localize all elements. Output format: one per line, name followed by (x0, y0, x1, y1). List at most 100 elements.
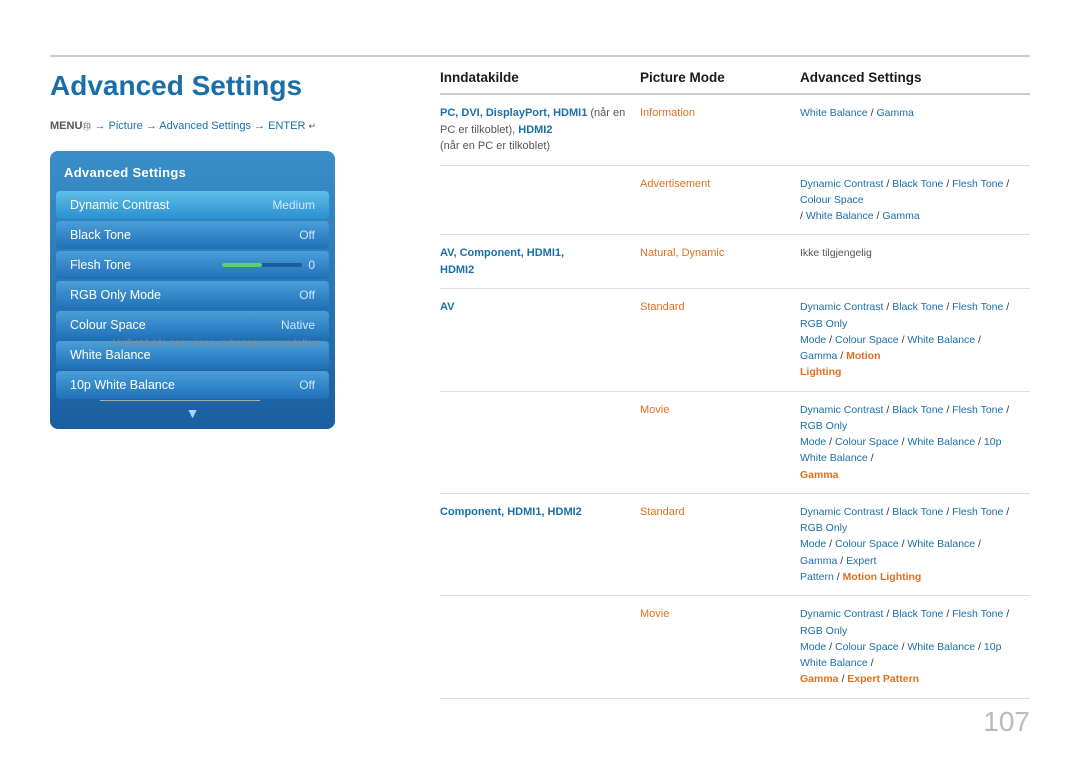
td-mode: Movie (640, 402, 800, 419)
setting-link-orange: Gamma (800, 469, 839, 481)
setting-link: Black Tone (892, 608, 943, 620)
setting-link: Colour Space (835, 641, 899, 653)
menu-item-label: RGB Only Mode (70, 288, 161, 302)
setting-link: Colour Space (835, 436, 899, 448)
na-text: Ikke tilgjengelig (800, 247, 872, 259)
setting-link: RGB Only (800, 420, 847, 432)
menu-item-label: Dynamic Contrast (70, 198, 169, 212)
td-mode: Advertisement (640, 176, 800, 193)
flesh-tone-slider[interactable]: 0 (222, 258, 315, 272)
th-source: Inndatakilde (440, 70, 640, 85)
menu-item-dynamic-contrast[interactable]: Dynamic Contrast Medium (56, 191, 329, 219)
setting-link: Black Tone (892, 506, 943, 518)
setting-link: Mode (800, 436, 826, 448)
source-note: (når en PC er tilkoblet) (440, 140, 550, 152)
setting-link: Dynamic Contrast (800, 404, 883, 416)
setting-link: White Balance (907, 436, 975, 448)
table-body: PC, DVI, DisplayPort, HDMI1 (når en PC e… (440, 95, 1030, 699)
source-text: PC, DVI, DisplayPort, HDMI1 (440, 107, 587, 119)
menu-item-colour-space[interactable]: Colour Space Native (56, 311, 329, 339)
menu-item-label: White Balance (70, 348, 151, 362)
menu-item-label: Flesh Tone (70, 258, 131, 272)
table-row: AV Standard Dynamic Contrast / Black Ton… (440, 289, 1030, 391)
page-number: 107 (983, 706, 1030, 738)
menu-item-10p-white-balance[interactable]: 10p White Balance Off (56, 371, 329, 399)
setting-link: Mode (800, 538, 826, 550)
menu-item-value: Off (299, 378, 315, 392)
menu-scroll-arrow[interactable]: ▼ (50, 401, 335, 423)
menu-item-label: Black Tone (70, 228, 131, 242)
th-settings: Advanced Settings (800, 70, 1030, 85)
setting-link: Flesh Tone (952, 506, 1003, 518)
setting-link: Flesh Tone (952, 301, 1003, 313)
td-mode: Natural, Dynamic (640, 245, 800, 262)
menu-item-value: Native (281, 318, 315, 332)
setting-link: Mode (800, 641, 826, 653)
setting-link: Dynamic Contrast (800, 178, 883, 190)
table-row: Component, HDMI1, HDMI2 Standard Dynamic… (440, 494, 1030, 596)
td-settings: Dynamic Contrast / Black Tone / Flesh To… (800, 176, 1030, 225)
th-mode: Picture Mode (640, 70, 800, 85)
td-source: Component, HDMI1, HDMI2 (440, 504, 640, 521)
td-settings: Dynamic Contrast / Black Tone / Flesh To… (800, 299, 1030, 380)
setting-link: Black Tone (892, 404, 943, 416)
td-settings: Dynamic Contrast / Black Tone / Flesh To… (800, 402, 1030, 483)
td-mode: Standard (640, 504, 800, 521)
footnote: ― Hvilket bilde som vises, avhenger av m… (100, 338, 321, 349)
setting-link: Gamma (876, 107, 913, 119)
menu-item-value: Medium (272, 198, 315, 212)
source-text: AV (440, 301, 454, 313)
setting-link: White Balance (800, 107, 868, 119)
setting-link: White Balance (907, 334, 975, 346)
td-settings: Dynamic Contrast / Black Tone / Flesh To… (800, 606, 1030, 687)
menu-box-title: Advanced Settings (50, 161, 335, 190)
table-row: PC, DVI, DisplayPort, HDMI1 (når en PC e… (440, 95, 1030, 166)
td-mode: Movie (640, 606, 800, 623)
right-section: Inndatakilde Picture Mode Advanced Setti… (440, 70, 1030, 699)
td-settings: White Balance / Gamma (800, 105, 1030, 121)
menu-item-value: Off (299, 228, 315, 242)
table-header: Inndatakilde Picture Mode Advanced Setti… (440, 70, 1030, 95)
left-separator (100, 400, 260, 401)
setting-link: Colour Space (835, 334, 899, 346)
td-source: AV, Component, HDMI1, HDMI2 (440, 245, 640, 278)
menu-item-flesh-tone[interactable]: Flesh Tone 0 (56, 251, 329, 279)
setting-link: Black Tone (892, 178, 943, 190)
setting-link: Flesh Tone (952, 608, 1003, 620)
setting-link-orange: Motion Lighting (843, 571, 922, 583)
setting-link-orange: Lighting (800, 366, 841, 378)
slider-bar (222, 263, 302, 267)
setting-link: White Balance (907, 538, 975, 550)
setting-link: Colour Space (835, 538, 899, 550)
setting-link: RGB Only (800, 318, 847, 330)
table-row: Movie Dynamic Contrast / Black Tone / Fl… (440, 596, 1030, 698)
setting-link: Flesh Tone (952, 404, 1003, 416)
td-mode: Standard (640, 299, 800, 316)
menu-item-black-tone[interactable]: Black Tone Off (56, 221, 329, 249)
setting-link: Expert (846, 555, 876, 567)
td-mode: Information (640, 105, 800, 122)
breadcrumb: MENU㊞ → Picture → Advanced Settings → EN… (50, 120, 420, 133)
page-title: Advanced Settings (50, 70, 420, 102)
page: Advanced Settings MENU㊞ → Picture → Adva… (0, 0, 1080, 763)
td-source: AV (440, 299, 640, 316)
source-text: Component, HDMI1, HDMI2 (440, 506, 582, 518)
setting-link: Dynamic Contrast (800, 608, 883, 620)
setting-link: Gamma (882, 210, 919, 222)
menu-item-rgb-only-mode[interactable]: RGB Only Mode Off (56, 281, 329, 309)
left-section: Advanced Settings MENU㊞ → Picture → Adva… (50, 70, 420, 429)
setting-link: RGB Only (800, 522, 847, 534)
setting-link-orange: Gamma (800, 673, 839, 685)
menu-box: Advanced Settings Dynamic Contrast Mediu… (50, 151, 335, 429)
td-settings: Dynamic Contrast / Black Tone / Flesh To… (800, 504, 1030, 585)
setting-link: Black Tone (892, 301, 943, 313)
setting-link: Gamma (800, 555, 837, 567)
td-source: PC, DVI, DisplayPort, HDMI1 (når en PC e… (440, 105, 640, 155)
setting-link-orange: Expert Pattern (847, 673, 919, 685)
setting-link: Flesh Tone (952, 178, 1003, 190)
source-hdmi2: HDMI2 (518, 124, 552, 136)
td-settings: Ikke tilgjengelig (800, 245, 1030, 261)
source-text: AV, Component, HDMI1, (440, 247, 564, 259)
setting-link: Mode (800, 334, 826, 346)
menu-item-value: Off (299, 288, 315, 302)
